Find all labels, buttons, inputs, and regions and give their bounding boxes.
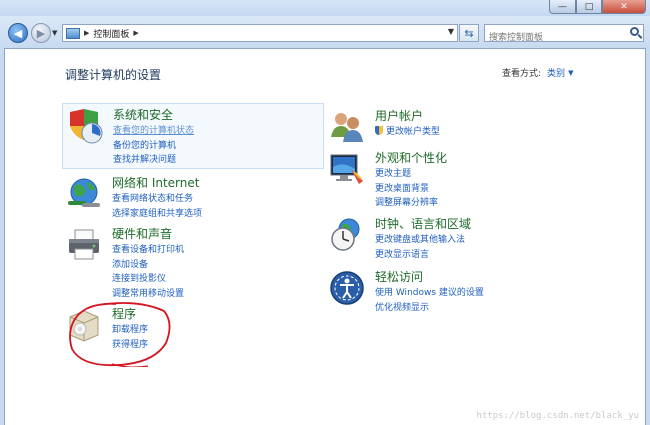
ease-of-access-icon <box>330 271 364 305</box>
search-box[interactable] <box>484 24 644 46</box>
breadcrumb-chevron-icon[interactable]: ▶ <box>133 29 138 37</box>
category-hardware-sound: 硬件和声音 查看设备和打印机 添加设备 连接到投影仪 调整常用移动设置 <box>62 223 324 299</box>
category-title-system-security[interactable]: 系统和安全 <box>113 106 173 123</box>
chevron-down-icon[interactable]: ▼ <box>568 69 573 77</box>
refresh-icon: ⇆ <box>464 26 474 40</box>
search-icon[interactable] <box>630 27 639 36</box>
maximize-button[interactable]: □ <box>576 0 602 14</box>
category-title-hardware-sound[interactable]: 硬件和声音 <box>112 225 172 242</box>
category-system-security: 系统和安全 查看您的计算机状态 备份您的计算机 查找并解决问题 <box>62 103 324 169</box>
view-by: 查看方式: 类别 ▼ <box>502 66 573 80</box>
breadcrumb-separator-icon[interactable]: ▶ <box>84 29 89 37</box>
red-annotation-circle <box>69 302 171 367</box>
monitor-palette-icon <box>330 154 363 184</box>
link-troubleshoot[interactable]: 查找并解决问题 <box>113 153 194 168</box>
link-adjust-resolution[interactable]: 调整屏幕分辨率 <box>375 196 438 211</box>
window-controls: — □ ✕ <box>549 0 646 14</box>
link-change-desktop-background[interactable]: 更改桌面背景 <box>375 182 438 197</box>
category-network-internet: 网络和 Internet 查看网络状态和任务 选择家庭组和共享选项 <box>62 172 324 220</box>
title-bar: — □ ✕ <box>0 0 650 16</box>
link-backup-computer[interactable]: 备份您的计算机 <box>113 139 194 154</box>
link-change-account-type[interactable]: 更改帐户类型 <box>375 125 440 140</box>
printer-icon <box>69 229 99 260</box>
watermark: https://blog.csdn.net/black_yu <box>476 411 639 421</box>
clock-globe-icon <box>331 218 360 251</box>
page-title: 调整计算机的设置 <box>65 68 162 82</box>
link-add-device[interactable]: 添加设备 <box>112 258 184 273</box>
refresh-button[interactable]: ⇆ <box>459 24 479 42</box>
control-panel-icon <box>66 27 80 39</box>
category-title-ease-of-access[interactable]: 轻松访问 <box>375 268 423 285</box>
category-title-clock-language-region[interactable]: 时钟、语言和区域 <box>375 215 471 232</box>
category-ease-of-access: 轻松访问 使用 Windows 建议的设置 优化视频显示 <box>325 266 587 313</box>
link-change-theme[interactable]: 更改主题 <box>375 167 438 182</box>
content-area: 调整计算机的设置 查看方式: 类别 ▼ 系统和安全 查看您的计算机状态 备份您的… <box>4 48 646 425</box>
link-network-status[interactable]: 查看网络状态和任务 <box>112 192 202 207</box>
category-title-user-accounts[interactable]: 用户帐户 <box>375 107 423 124</box>
link-change-display-language[interactable]: 更改显示语言 <box>375 248 465 263</box>
link-mobility-settings[interactable]: 调整常用移动设置 <box>112 287 184 302</box>
forward-button[interactable]: ▶ <box>31 23 51 43</box>
link-optimize-display[interactable]: 优化视频显示 <box>375 301 484 316</box>
uac-shield-icon <box>375 126 383 135</box>
category-title-network-internet[interactable]: 网络和 Internet <box>112 174 199 191</box>
link-connect-projector[interactable]: 连接到投影仪 <box>112 272 184 287</box>
link-change-account-type-label: 更改帐户类型 <box>386 127 441 137</box>
back-button[interactable]: ◀ <box>8 23 28 43</box>
view-by-label: 查看方式: <box>502 69 542 79</box>
close-button[interactable]: ✕ <box>602 0 646 14</box>
link-change-keyboard-input[interactable]: 更改键盘或其他输入法 <box>375 233 465 248</box>
recent-pages-dropdown-icon[interactable]: ▼ <box>52 29 57 37</box>
category-user-accounts: 用户帐户 更改帐户类型 <box>325 105 587 145</box>
category-clock-language-region: 时钟、语言和区域 更改键盘或其他输入法 更改显示语言 <box>325 213 587 260</box>
users-icon <box>331 113 363 142</box>
breadcrumb-control-panel[interactable]: 控制面板 <box>93 27 129 40</box>
link-devices-printers[interactable]: 查看设备和打印机 <box>112 243 184 258</box>
minimize-button[interactable]: — <box>549 0 576 14</box>
search-input[interactable] <box>485 30 623 46</box>
link-recommended-settings[interactable]: 使用 Windows 建议的设置 <box>375 286 484 301</box>
address-bar[interactable]: ▶ 控制面板 ▶ ▼ <box>62 24 458 42</box>
category-appearance: 外观和个性化 更改主题 更改桌面背景 调整屏幕分辨率 <box>325 147 587 208</box>
link-view-computer-status[interactable]: 查看您的计算机状态 <box>113 124 194 139</box>
address-dropdown-icon[interactable]: ▼ <box>448 27 454 36</box>
view-by-dropdown[interactable]: 类别 <box>547 66 565 79</box>
link-homegroup-sharing[interactable]: 选择家庭组和共享选项 <box>112 207 202 222</box>
navigation-bar: ◀ ▶ ▼ ▶ 控制面板 ▶ ▼ ⇆ <box>0 16 650 48</box>
category-title-appearance[interactable]: 外观和个性化 <box>375 149 447 166</box>
globe-network-icon <box>68 178 100 207</box>
shield-chart-icon <box>70 109 103 144</box>
